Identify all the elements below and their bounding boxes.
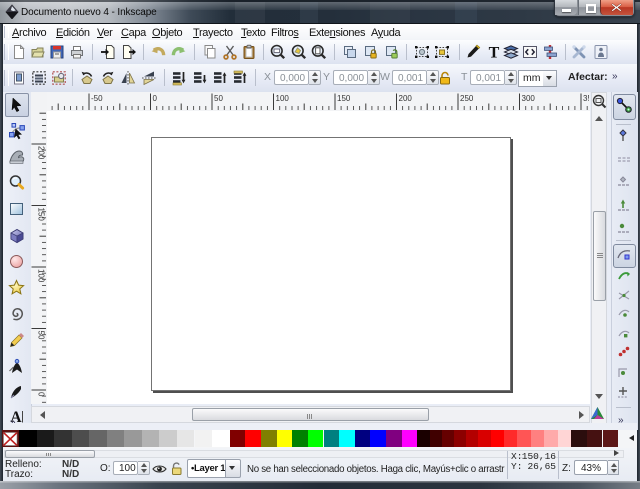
svg-text:250: 250 [460,94,474,103]
svg-text:50: 50 [214,94,223,103]
svg-text:200: 200 [36,146,45,160]
svg-text:50: 50 [36,331,45,340]
svg-text:100: 100 [36,269,45,283]
svg-text:100: 100 [276,94,290,103]
svg-text:T: T [489,45,500,61]
svg-text:150: 150 [36,208,45,222]
svg-text:350: 350 [583,94,589,103]
svg-text:200: 200 [399,94,413,103]
svg-text:-50: -50 [91,94,103,103]
svg-text:300: 300 [522,94,536,103]
svg-text:150: 150 [337,94,351,103]
svg-text:0: 0 [153,94,158,103]
